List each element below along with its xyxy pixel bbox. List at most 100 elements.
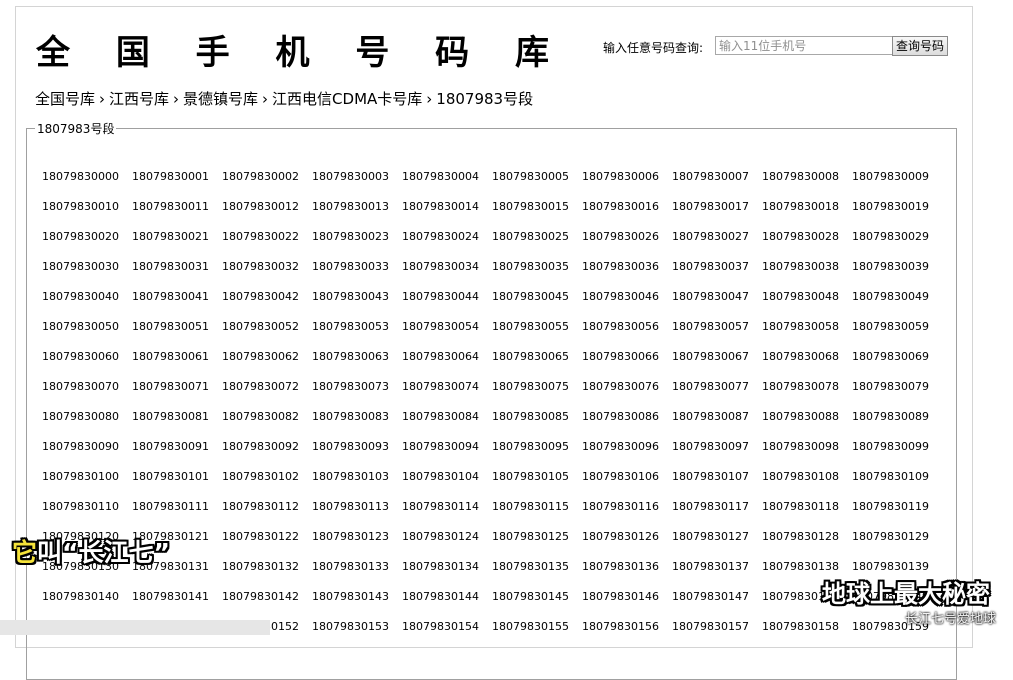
phone-number-link[interactable]: 18079830046: [582, 289, 672, 319]
phone-number-link[interactable]: 18079830050: [42, 319, 132, 349]
phone-number-link[interactable]: 18079830062: [222, 349, 312, 379]
phone-number-link[interactable]: 18079830026: [582, 229, 672, 259]
phone-number-link[interactable]: 18079830109: [852, 469, 942, 499]
phone-number-link[interactable]: 18079830058: [762, 319, 852, 349]
phone-number-link[interactable]: 18079830006: [582, 169, 672, 199]
phone-number-link[interactable]: 18079830107: [672, 469, 762, 499]
phone-number-link[interactable]: 18079830146: [582, 589, 672, 619]
phone-number-link[interactable]: 18079830156: [582, 619, 672, 649]
breadcrumb-link-jingdezhen[interactable]: 景德镇号库: [183, 90, 258, 108]
phone-number-link[interactable]: 18079830093: [312, 439, 402, 469]
phone-number-link[interactable]: 18079830032: [222, 259, 312, 289]
phone-number-link[interactable]: 18079830088: [762, 409, 852, 439]
phone-number-link[interactable]: 18079830064: [402, 349, 492, 379]
phone-number-link[interactable]: 18079830002: [222, 169, 312, 199]
phone-number-link[interactable]: 18079830147: [672, 589, 762, 619]
phone-number-link[interactable]: 18079830013: [312, 199, 402, 229]
phone-number-link[interactable]: 18079830033: [312, 259, 402, 289]
phone-number-link[interactable]: 18079830019: [852, 199, 942, 229]
phone-number-link[interactable]: 18079830059: [852, 319, 942, 349]
phone-number-link[interactable]: 18079830016: [582, 199, 672, 229]
phone-number-link[interactable]: 18079830027: [672, 229, 762, 259]
phone-number-link[interactable]: 18079830020: [42, 229, 132, 259]
phone-number-link[interactable]: 18079830028: [762, 229, 852, 259]
phone-number-link[interactable]: 18079830056: [582, 319, 672, 349]
phone-number-link[interactable]: 18079830113: [312, 499, 402, 529]
phone-number-link[interactable]: 18079830158: [762, 619, 852, 649]
phone-number-link[interactable]: 18079830116: [582, 499, 672, 529]
phone-number-link[interactable]: 18079830096: [582, 439, 672, 469]
breadcrumb-link-telecom-cdma[interactable]: 江西电信CDMA卡号库: [272, 90, 422, 108]
phone-number-link[interactable]: 18079830077: [672, 379, 762, 409]
phone-number-link[interactable]: 18079830154: [402, 619, 492, 649]
phone-number-link[interactable]: 18079830140: [42, 589, 132, 619]
phone-number-link[interactable]: 18079830022: [222, 229, 312, 259]
phone-number-link[interactable]: 18079830021: [132, 229, 222, 259]
phone-number-link[interactable]: 18079830094: [402, 439, 492, 469]
phone-number-link[interactable]: 18079830000: [42, 169, 132, 199]
phone-number-link[interactable]: 18079830010: [42, 199, 132, 229]
phone-number-link[interactable]: 18079830111: [132, 499, 222, 529]
phone-number-link[interactable]: 18079830091: [132, 439, 222, 469]
horizontal-scrollbar[interactable]: [0, 620, 270, 635]
phone-number-link[interactable]: 18079830074: [402, 379, 492, 409]
phone-number-link[interactable]: 18079830053: [312, 319, 402, 349]
phone-number-link[interactable]: 18079830114: [402, 499, 492, 529]
phone-number-link[interactable]: 18079830048: [762, 289, 852, 319]
phone-number-link[interactable]: 18079830068: [762, 349, 852, 379]
phone-number-link[interactable]: 18079830125: [492, 529, 582, 559]
phone-number-link[interactable]: 18079830090: [42, 439, 132, 469]
phone-number-link[interactable]: 18079830095: [492, 439, 582, 469]
phone-number-link[interactable]: 18079830085: [492, 409, 582, 439]
phone-number-link[interactable]: 18079830142: [222, 589, 312, 619]
phone-number-link[interactable]: 18079830037: [672, 259, 762, 289]
phone-number-link[interactable]: 18079830135: [492, 559, 582, 589]
phone-number-link[interactable]: 18079830080: [42, 409, 132, 439]
phone-number-link[interactable]: 18079830063: [312, 349, 402, 379]
phone-number-link[interactable]: 18079830001: [132, 169, 222, 199]
phone-number-link[interactable]: 18079830054: [402, 319, 492, 349]
phone-number-link[interactable]: 18079830132: [222, 559, 312, 589]
phone-number-link[interactable]: 18079830155: [492, 619, 582, 649]
phone-number-link[interactable]: 18079830106: [582, 469, 672, 499]
phone-number-link[interactable]: 18079830117: [672, 499, 762, 529]
phone-number-link[interactable]: 18079830086: [582, 409, 672, 439]
phone-number-link[interactable]: 18079830034: [402, 259, 492, 289]
phone-number-link[interactable]: 18079830007: [672, 169, 762, 199]
phone-number-link[interactable]: 18079830087: [672, 409, 762, 439]
phone-number-link[interactable]: 18079830133: [312, 559, 402, 589]
phone-number-link[interactable]: 18079830092: [222, 439, 312, 469]
phone-number-link[interactable]: 18079830103: [312, 469, 402, 499]
phone-number-link[interactable]: 18079830030: [42, 259, 132, 289]
phone-number-link[interactable]: 18079830040: [42, 289, 132, 319]
phone-number-link[interactable]: 18079830071: [132, 379, 222, 409]
phone-number-link[interactable]: 18079830023: [312, 229, 402, 259]
phone-number-link[interactable]: 18079830153: [312, 619, 402, 649]
phone-number-link[interactable]: 18079830018: [762, 199, 852, 229]
phone-number-link[interactable]: 18079830012: [222, 199, 312, 229]
phone-number-link[interactable]: 18079830101: [132, 469, 222, 499]
phone-number-link[interactable]: 18079830084: [402, 409, 492, 439]
phone-number-link[interactable]: 18079830098: [762, 439, 852, 469]
phone-number-link[interactable]: 18079830079: [852, 379, 942, 409]
phone-number-link[interactable]: 18079830011: [132, 199, 222, 229]
phone-number-link[interactable]: 18079830110: [42, 499, 132, 529]
phone-number-link[interactable]: 18079830136: [582, 559, 672, 589]
phone-number-link[interactable]: 18079830104: [402, 469, 492, 499]
phone-number-link[interactable]: 18079830145: [492, 589, 582, 619]
phone-number-link[interactable]: 18079830089: [852, 409, 942, 439]
phone-number-link[interactable]: 18079830067: [672, 349, 762, 379]
phone-number-link[interactable]: 18079830097: [672, 439, 762, 469]
phone-number-link[interactable]: 18079830100: [42, 469, 132, 499]
phone-number-link[interactable]: 18079830041: [132, 289, 222, 319]
phone-number-link[interactable]: 18079830143: [312, 589, 402, 619]
phone-number-link[interactable]: 18079830042: [222, 289, 312, 319]
phone-number-link[interactable]: 18079830144: [402, 589, 492, 619]
phone-number-link[interactable]: 18079830015: [492, 199, 582, 229]
phone-number-link[interactable]: 18079830134: [402, 559, 492, 589]
phone-number-link[interactable]: 18079830004: [402, 169, 492, 199]
phone-number-link[interactable]: 18079830031: [132, 259, 222, 289]
phone-number-link[interactable]: 18079830105: [492, 469, 582, 499]
phone-number-link[interactable]: 18079830070: [42, 379, 132, 409]
phone-number-link[interactable]: 18079830122: [222, 529, 312, 559]
